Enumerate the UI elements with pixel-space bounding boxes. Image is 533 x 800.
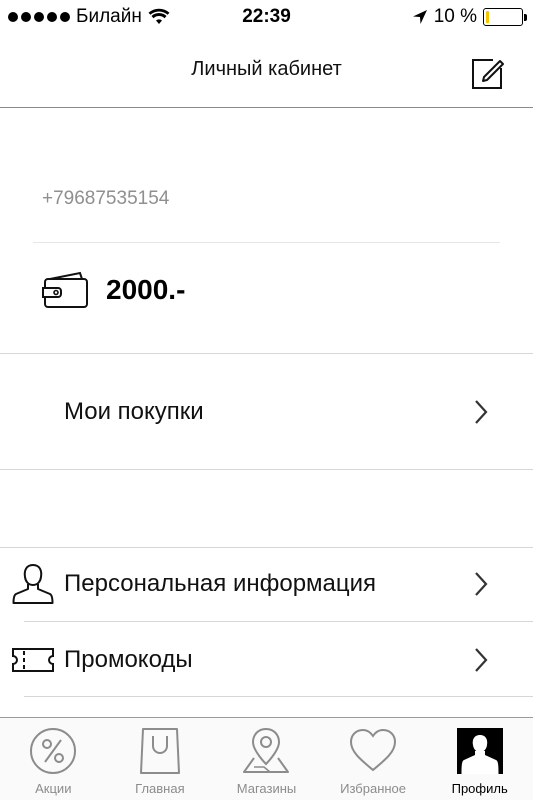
- personal-info-row[interactable]: Персональная информация: [0, 549, 533, 619]
- divider: [0, 469, 533, 470]
- status-right: 10 %: [412, 6, 527, 28]
- battery-percent: 10 %: [433, 6, 477, 27]
- person-icon: [12, 563, 54, 604]
- balance-row: 2000.-: [40, 268, 185, 312]
- tab-favorites[interactable]: Избранное: [320, 718, 427, 800]
- divider: [0, 353, 533, 354]
- location-arrow-icon: [412, 10, 427, 24]
- personal-info-label: Персональная информация: [64, 570, 377, 597]
- navigation-bar: Личный кабинет: [0, 36, 533, 108]
- tab-home[interactable]: Главная: [107, 718, 214, 800]
- page-title: Личный кабинет: [191, 58, 342, 80]
- divider: [24, 696, 533, 697]
- tab-label: Избранное: [340, 781, 407, 796]
- tab-stores[interactable]: Магазины: [213, 718, 320, 800]
- phone-number: +79687535154: [42, 188, 170, 209]
- wallet-icon: [42, 271, 88, 308]
- my-purchases-label: Мои покупки: [64, 398, 204, 425]
- promocodes-label: Промокоды: [64, 646, 193, 673]
- chevron-right-icon: [475, 572, 488, 596]
- edit-icon[interactable]: [467, 52, 507, 92]
- battery-icon: [483, 8, 527, 26]
- chevron-right-icon: [475, 648, 488, 672]
- shopping-bag-icon: [139, 728, 180, 774]
- my-purchases-row[interactable]: Мои покупки: [0, 377, 533, 447]
- tab-label: Профиль: [451, 781, 508, 796]
- divider: [24, 621, 533, 622]
- tab-promotions[interactable]: Акции: [0, 718, 107, 800]
- chevron-right-icon: [475, 400, 488, 424]
- tab-label: Магазины: [236, 781, 297, 796]
- balance-value: 2000.-: [106, 274, 186, 305]
- profile-icon: [456, 728, 503, 774]
- divider: [33, 242, 500, 243]
- tab-profile[interactable]: Профиль: [426, 718, 533, 800]
- percent-icon: [30, 728, 77, 774]
- tab-bar: Акции Главная Магазины Избранное Профиль: [0, 717, 533, 800]
- tab-label: Акции: [35, 781, 72, 796]
- heart-icon: [350, 728, 397, 772]
- map-pin-icon: [243, 727, 290, 773]
- status-bar: Билайн 22:39 10 %: [0, 0, 533, 36]
- ticket-icon: [12, 648, 54, 672]
- promocodes-row[interactable]: Промокоды: [0, 625, 533, 695]
- tab-label: Главная: [135, 781, 185, 796]
- divider: [0, 547, 533, 548]
